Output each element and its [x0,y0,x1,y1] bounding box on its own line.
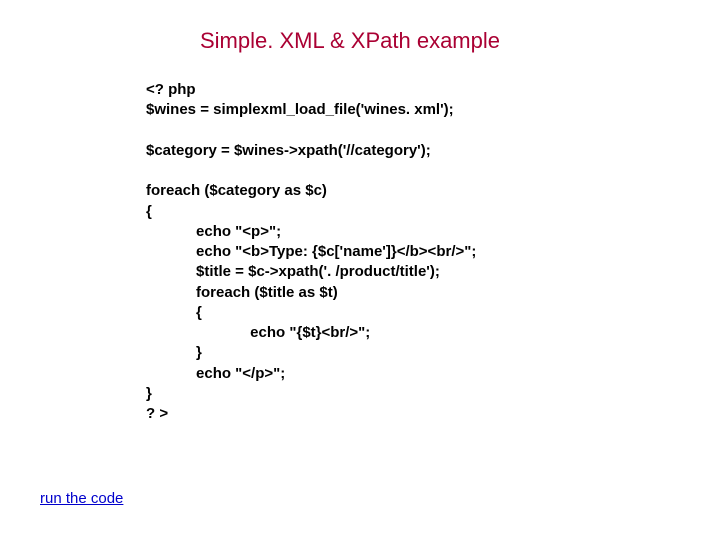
code-line: $title = $c->xpath('. /product/title'); [146,263,440,280]
code-line: echo "<b>Type: {$c['name']}</b><br/>"; [146,243,476,260]
code-line: echo "{$t}<br/>"; [146,324,370,341]
code-line: $wines = simplexml_load_file('wines. xml… [146,101,454,118]
code-line: { [146,203,152,220]
code-line: } [146,344,202,361]
code-line: <? php [146,81,196,98]
run-code-link[interactable]: run the code [40,490,123,507]
code-line: $category = $wines->xpath('//category'); [146,142,431,159]
code-line: { [146,304,202,321]
code-block: <? php $wines = simplexml_load_file('win… [146,80,476,424]
code-line: ? > [146,405,168,422]
code-line: foreach ($title as $t) [146,284,338,301]
code-line: echo "<p>"; [146,223,281,240]
code-line: echo "</p>"; [146,365,285,382]
code-line: foreach ($category as $c) [146,182,327,199]
code-line: } [146,385,152,402]
page-title: Simple. XML & XPath example [200,28,500,54]
